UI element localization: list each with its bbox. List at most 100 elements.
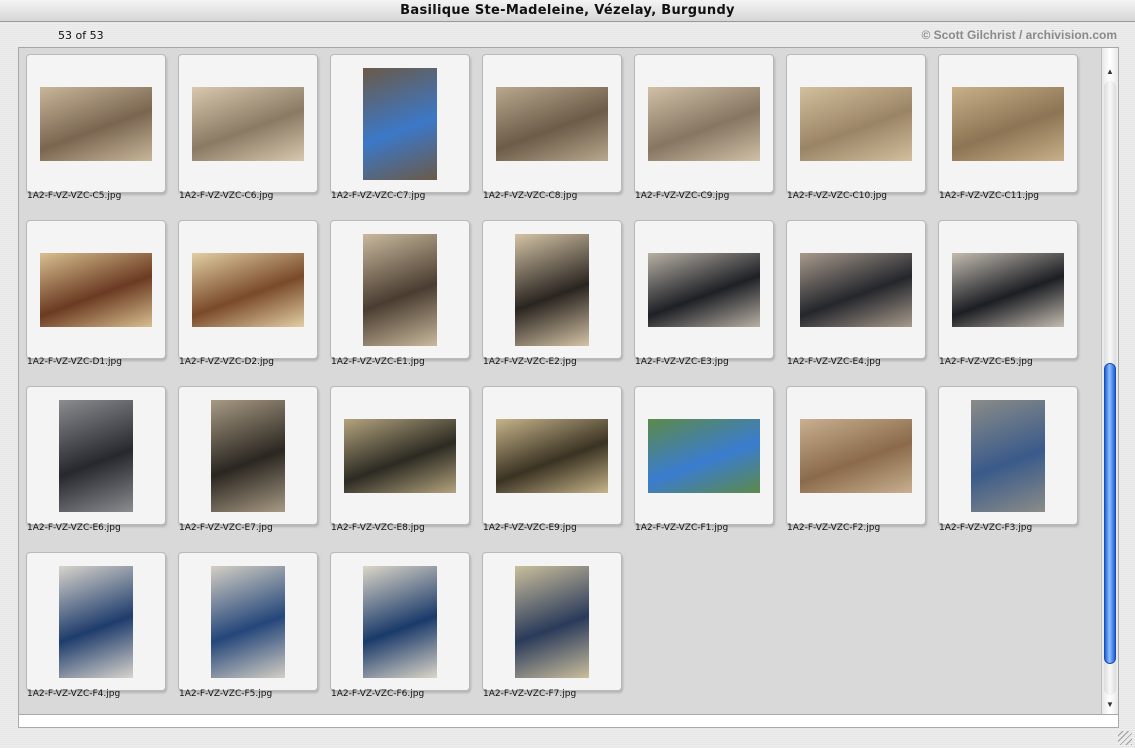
thumbnail-cell[interactable]: 1A2-F-VZ-VZC-F4.jpg	[19, 546, 171, 708]
thumbnail-image[interactable]	[192, 87, 304, 161]
slide-frame[interactable]	[634, 220, 774, 359]
slide-frame[interactable]	[634, 54, 774, 193]
thumbnail-image[interactable]	[952, 253, 1064, 327]
thumbnail-cell[interactable]: 1A2-F-VZ-VZC-C9.jpg	[627, 48, 779, 210]
thumbnail-image[interactable]	[648, 253, 760, 327]
thumbnail-image[interactable]	[648, 419, 760, 493]
title-bar[interactable]: Basilique Ste-Madeleine, Vézelay, Burgun…	[0, 0, 1135, 22]
thumbnail-filename: 1A2-F-VZ-VZC-E9.jpg	[483, 523, 577, 533]
thumbnail-cell[interactable]: 1A2-F-VZ-VZC-C11.jpg	[931, 48, 1083, 210]
slide-frame[interactable]	[178, 220, 318, 359]
thumbnail-cell[interactable]: 1A2-F-VZ-VZC-F7.jpg	[475, 546, 627, 708]
thumbnail-image[interactable]	[59, 566, 133, 678]
thumbnail-filename: 1A2-F-VZ-VZC-C6.jpg	[179, 191, 274, 201]
thumbnail-filename: 1A2-F-VZ-VZC-F1.jpg	[635, 523, 729, 533]
thumbnail-image[interactable]	[40, 87, 152, 161]
thumbnail-filename: 1A2-F-VZ-VZC-E5.jpg	[939, 357, 1033, 367]
thumbnail-image[interactable]	[363, 566, 437, 678]
thumbnail-image[interactable]	[496, 87, 608, 161]
slide-frame[interactable]	[178, 552, 318, 691]
thumbnail-cell[interactable]: 1A2-F-VZ-VZC-E7.jpg	[171, 380, 323, 542]
window-title: Basilique Ste-Madeleine, Vézelay, Burgun…	[400, 3, 735, 18]
thumbnail-cell[interactable]: 1A2-F-VZ-VZC-E2.jpg	[475, 214, 627, 376]
thumbnail-cell[interactable]: 1A2-F-VZ-VZC-F2.jpg	[779, 380, 931, 542]
thumbnail-filename: 1A2-F-VZ-VZC-D1.jpg	[27, 357, 122, 367]
thumbnail-cell[interactable]: 1A2-F-VZ-VZC-E3.jpg	[627, 214, 779, 376]
thumbnail-image[interactable]	[496, 419, 608, 493]
slide-frame[interactable]	[938, 54, 1078, 193]
resize-grip-icon[interactable]	[1118, 731, 1132, 745]
thumbnail-filename: 1A2-F-VZ-VZC-C8.jpg	[483, 191, 578, 201]
horizontal-scroll-area	[18, 715, 1119, 728]
slide-frame[interactable]	[786, 54, 926, 193]
slide-frame[interactable]	[482, 386, 622, 525]
slide-frame[interactable]	[482, 54, 622, 193]
thumbnail-image[interactable]	[952, 87, 1064, 161]
thumbnail-cell[interactable]: 1A2-F-VZ-VZC-E9.jpg	[475, 380, 627, 542]
thumbnail-image[interactable]	[800, 253, 912, 327]
scroll-up-arrow-icon[interactable]: ▲	[1103, 65, 1117, 79]
vertical-scrollbar[interactable]: ▲ ▼	[1101, 48, 1118, 714]
slide-frame[interactable]	[178, 54, 318, 193]
thumbnail-image[interactable]	[59, 400, 133, 512]
thumbnail-image[interactable]	[648, 87, 760, 161]
slide-frame[interactable]	[330, 386, 470, 525]
scroll-down-arrow-icon[interactable]: ▼	[1103, 698, 1117, 712]
thumbnail-cell[interactable]: 1A2-F-VZ-VZC-C8.jpg	[475, 48, 627, 210]
thumbnail-image[interactable]	[211, 566, 285, 678]
thumbnail-image[interactable]	[971, 400, 1045, 512]
thumbnail-image[interactable]	[211, 400, 285, 512]
thumbnail-cell[interactable]: 1A2-F-VZ-VZC-F6.jpg	[323, 546, 475, 708]
slide-frame[interactable]	[178, 386, 318, 525]
thumbnail-image[interactable]	[40, 253, 152, 327]
thumbnail-cell[interactable]: 1A2-F-VZ-VZC-D2.jpg	[171, 214, 323, 376]
thumbnail-cell[interactable]: 1A2-F-VZ-VZC-E1.jpg	[323, 214, 475, 376]
thumbnail-cell[interactable]: 1A2-F-VZ-VZC-E5.jpg	[931, 214, 1083, 376]
thumbnail-cell[interactable]: 1A2-F-VZ-VZC-C6.jpg	[171, 48, 323, 210]
slide-frame[interactable]	[482, 220, 622, 359]
thumbnail-filename: 1A2-F-VZ-VZC-E8.jpg	[331, 523, 425, 533]
thumbnail-filename: 1A2-F-VZ-VZC-C11.jpg	[939, 191, 1040, 201]
thumbnail-cell[interactable]: 1A2-F-VZ-VZC-E8.jpg	[323, 380, 475, 542]
slide-frame[interactable]	[330, 220, 470, 359]
scroll-thumb[interactable]	[1104, 363, 1116, 664]
thumbnail-filename: 1A2-F-VZ-VZC-C9.jpg	[635, 191, 730, 201]
slide-frame[interactable]	[786, 220, 926, 359]
thumbnail-filename: 1A2-F-VZ-VZC-E1.jpg	[331, 357, 425, 367]
slide-frame[interactable]	[26, 386, 166, 525]
slide-frame[interactable]	[938, 220, 1078, 359]
slide-frame[interactable]	[26, 220, 166, 359]
thumbnail-cell[interactable]: 1A2-F-VZ-VZC-E6.jpg	[19, 380, 171, 542]
slide-frame[interactable]	[938, 386, 1078, 525]
thumbnail-image[interactable]	[344, 419, 456, 493]
thumbnail-filename: 1A2-F-VZ-VZC-F4.jpg	[27, 689, 121, 699]
thumbnail-filename: 1A2-F-VZ-VZC-F5.jpg	[179, 689, 273, 699]
viewer-window: Basilique Ste-Madeleine, Vézelay, Burgun…	[0, 0, 1135, 748]
slide-frame[interactable]	[26, 54, 166, 193]
thumbnail-cell[interactable]: 1A2-F-VZ-VZC-C10.jpg	[779, 48, 931, 210]
info-bar: 53 of 53 © Scott Gilchrist / archivision…	[0, 23, 1135, 47]
thumbnail-image[interactable]	[515, 566, 589, 678]
thumbnail-cell[interactable]: 1A2-F-VZ-VZC-E4.jpg	[779, 214, 931, 376]
slide-frame[interactable]	[330, 552, 470, 691]
slide-frame[interactable]	[634, 386, 774, 525]
thumbnail-image[interactable]	[363, 234, 437, 346]
slide-frame[interactable]	[330, 54, 470, 193]
thumbnail-image[interactable]	[192, 253, 304, 327]
thumbnail-cell[interactable]: 1A2-F-VZ-VZC-C7.jpg	[323, 48, 475, 210]
thumbnail-cell[interactable]: 1A2-F-VZ-VZC-F1.jpg	[627, 380, 779, 542]
thumbnail-image[interactable]	[515, 234, 589, 346]
thumbnail-image[interactable]	[363, 68, 437, 180]
thumbnail-grid: 1A2-F-VZ-VZC-C5.jpg 1A2-F-VZ-VZC-C6.jpg 1A…	[19, 48, 1101, 714]
thumbnail-cell[interactable]: 1A2-F-VZ-VZC-D1.jpg	[19, 214, 171, 376]
slide-frame[interactable]	[786, 386, 926, 525]
thumbnail-cell[interactable]: 1A2-F-VZ-VZC-C5.jpg	[19, 48, 171, 210]
thumbnail-filename: 1A2-F-VZ-VZC-E2.jpg	[483, 357, 577, 367]
thumbnail-filename: 1A2-F-VZ-VZC-E6.jpg	[27, 523, 121, 533]
thumbnail-image[interactable]	[800, 419, 912, 493]
thumbnail-image[interactable]	[800, 87, 912, 161]
thumbnail-cell[interactable]: 1A2-F-VZ-VZC-F5.jpg	[171, 546, 323, 708]
thumbnail-cell[interactable]: 1A2-F-VZ-VZC-F3.jpg	[931, 380, 1083, 542]
slide-frame[interactable]	[26, 552, 166, 691]
slide-frame[interactable]	[482, 552, 622, 691]
